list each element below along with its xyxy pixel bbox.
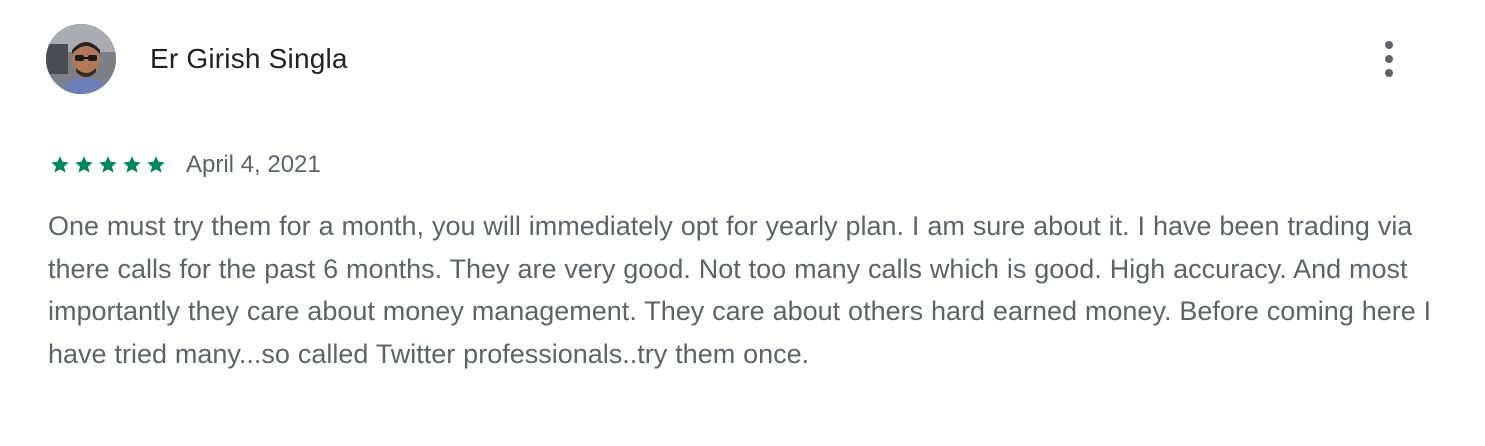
reviewer-avatar[interactable] (46, 24, 116, 94)
more-vert-icon (1385, 38, 1393, 80)
avatar-photo-icon (46, 24, 116, 94)
review-card: Er Girish Singla April 4, 2021 One must … (0, 0, 1485, 446)
rating-row: April 4, 2021 (48, 148, 321, 182)
star-icon (147, 156, 165, 173)
star-icon (51, 156, 69, 173)
reviewer-name: Er Girish Singla (150, 43, 348, 74)
review-date: April 4, 2021 (186, 151, 321, 178)
star-icon (123, 156, 141, 173)
star-icon (75, 156, 93, 173)
review-text: One must try them for a month, you will … (48, 211, 1432, 369)
more-options-button[interactable] (1366, 36, 1412, 82)
star-rating (48, 153, 168, 177)
star-icon (99, 156, 117, 173)
